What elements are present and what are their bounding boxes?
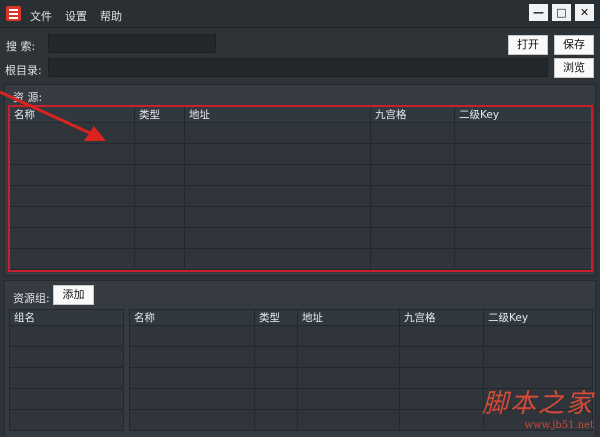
table-row[interactable]	[9, 346, 124, 368]
menu-settings[interactable]: 设置	[65, 8, 87, 24]
table-row[interactable]	[129, 346, 593, 368]
root-dir-input[interactable]	[48, 58, 548, 77]
watermark-url: www.jb51.net	[524, 420, 594, 431]
menu-file[interactable]: 文件	[30, 8, 52, 24]
watermark-title: 脚本之家	[481, 389, 594, 419]
annotation-arrow-icon	[0, 90, 106, 141]
column-header-type[interactable]: 类型	[134, 106, 185, 123]
table-row[interactable]	[9, 248, 592, 270]
minimize-icon[interactable]: —	[529, 4, 548, 21]
title-bar: 文件 设置 帮助 — □ ✕	[0, 0, 600, 28]
resource-groups-title: 资源组:	[13, 292, 50, 305]
add-group-button[interactable]: 添加	[53, 285, 94, 305]
browse-button[interactable]: 浏览	[554, 58, 594, 78]
table-row[interactable]	[129, 325, 593, 347]
menu-bar: 文件 设置 帮助	[30, 8, 122, 24]
column-header-address[interactable]: 地址	[184, 106, 371, 123]
column-header-second-key[interactable]: 二级Key	[483, 309, 593, 326]
menu-help[interactable]: 帮助	[100, 8, 122, 24]
table-row[interactable]	[9, 164, 592, 186]
column-header-group-name[interactable]: 组名	[9, 309, 124, 326]
column-header-nine-grid[interactable]: 九宫格	[370, 106, 455, 123]
column-header-second-key[interactable]: 二级Key	[454, 106, 592, 123]
root-dir-label: 根目录:	[5, 64, 42, 77]
table-row[interactable]	[9, 206, 592, 228]
save-button[interactable]: 保存	[554, 35, 594, 55]
window-controls: — □ ✕	[529, 4, 594, 21]
search-input[interactable]	[48, 34, 216, 53]
column-header-address[interactable]: 地址	[297, 309, 400, 326]
table-row[interactable]	[9, 185, 592, 207]
table-row[interactable]	[9, 325, 124, 347]
table-row[interactable]	[9, 227, 592, 249]
table-row[interactable]	[9, 367, 124, 389]
watermark: 脚本之家 www.jb51.net	[482, 383, 594, 431]
table-row[interactable]	[9, 409, 124, 431]
table-row[interactable]	[9, 388, 124, 410]
maximize-icon[interactable]: □	[552, 4, 571, 21]
column-header-name[interactable]: 名称	[129, 309, 255, 326]
column-header-nine-grid[interactable]: 九宫格	[399, 309, 484, 326]
column-header-type[interactable]: 类型	[254, 309, 298, 326]
search-label: 搜 索:	[6, 40, 36, 53]
close-icon[interactable]: ✕	[575, 4, 594, 21]
group-list-table[interactable]: 组名	[9, 309, 124, 431]
open-button[interactable]: 打开	[508, 35, 548, 55]
app-logo-icon	[6, 6, 21, 21]
